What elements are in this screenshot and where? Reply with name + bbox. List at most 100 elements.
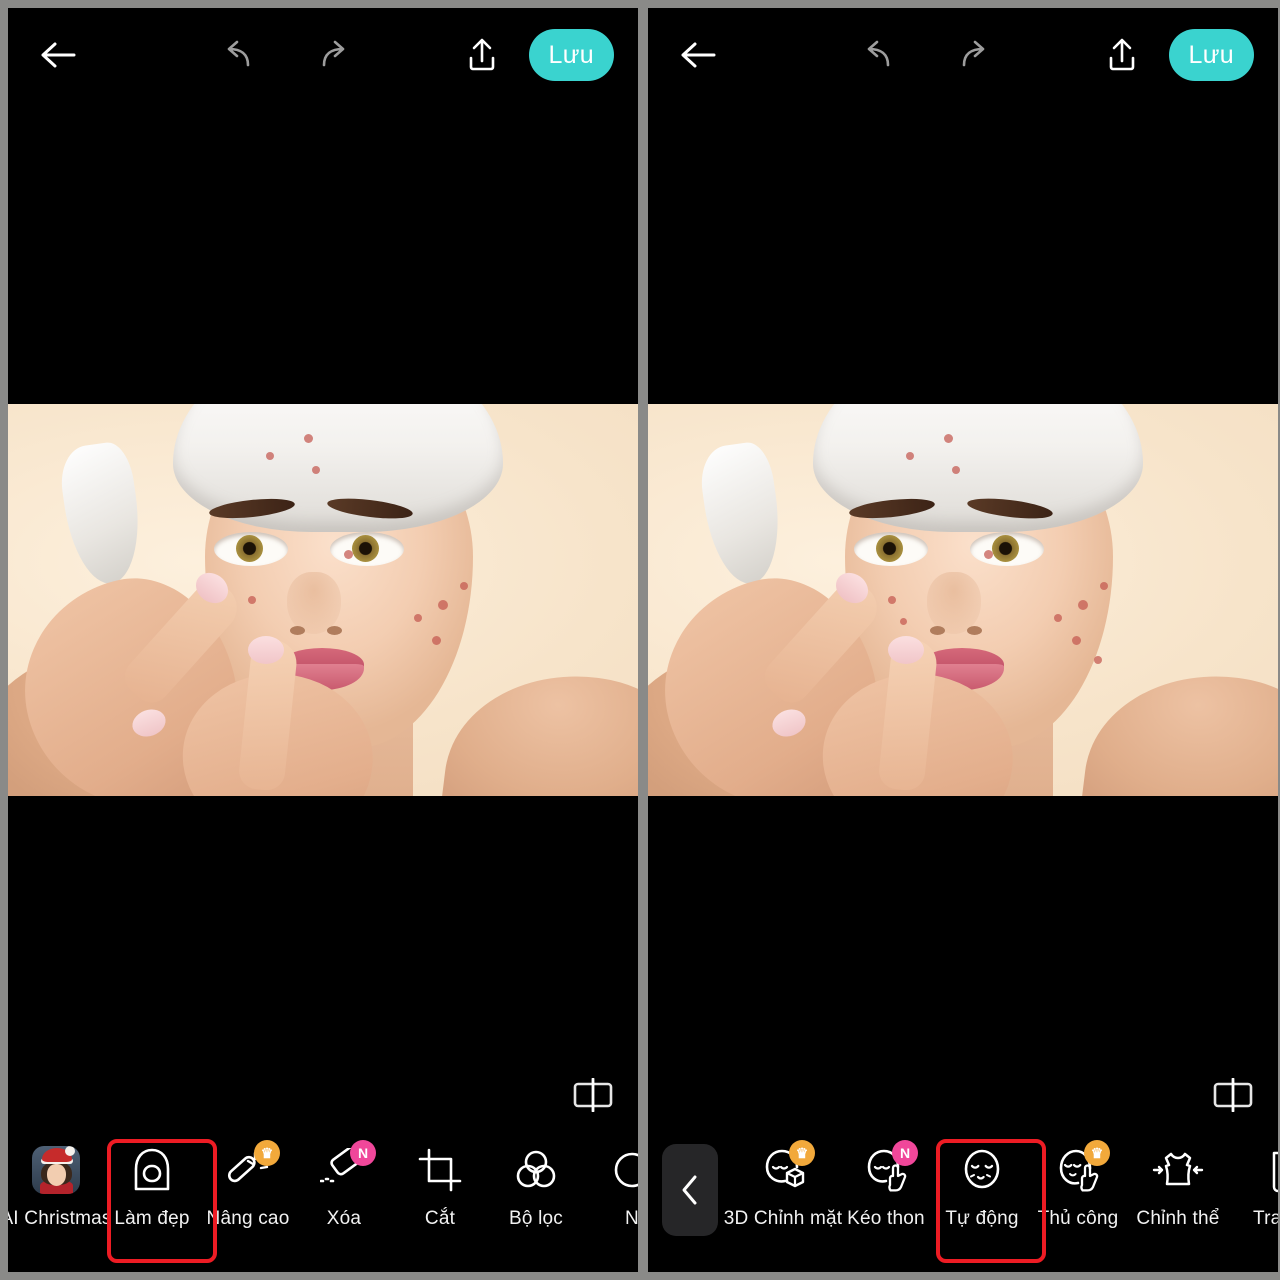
tool-label: Làm đẹp xyxy=(114,1208,190,1229)
photo-iris-left xyxy=(876,535,903,562)
acne-spot xyxy=(1072,636,1081,645)
left-bottom-toolbar[interactable]: AI Christmas Làm đẹp ♛ Nâng cao N Xóa Cắ… xyxy=(8,1130,638,1272)
thumb-face xyxy=(47,1164,66,1186)
screenshot-root: Lưu AI Christmas Làm đẹp ♛ Nâng cao N Xó… xyxy=(0,0,1280,1280)
before-after-compare-icon xyxy=(1213,1077,1253,1113)
new-badge: N xyxy=(350,1140,376,1166)
right-top-bar: Lưu xyxy=(648,8,1278,102)
tool-label: 3D Chỉnh mặt xyxy=(723,1208,843,1229)
acne-spot xyxy=(888,596,896,604)
acne-spot xyxy=(1054,614,1062,622)
tool-filters[interactable]: Bộ lọc xyxy=(488,1130,584,1262)
share-button[interactable] xyxy=(457,30,507,80)
tool-label: Trang xyxy=(1253,1208,1278,1229)
tool-slim[interactable]: N Kéo thon xyxy=(838,1130,934,1262)
photo-nose xyxy=(287,572,341,634)
photo-shoulder-right xyxy=(439,660,638,796)
ai-christmas-thumb-image xyxy=(32,1146,80,1194)
crown-badge: ♛ xyxy=(254,1140,280,1166)
toolbar-back-button[interactable] xyxy=(662,1144,718,1236)
photo-nostril-left xyxy=(290,626,305,635)
tool-label: Cắt xyxy=(424,1208,456,1229)
acne-spot xyxy=(984,550,993,559)
photo-iris-right xyxy=(992,535,1019,562)
acne-spot xyxy=(438,600,448,610)
tool-label: Nâng cao xyxy=(206,1208,290,1229)
tool-body-reshape[interactable]: Chỉnh thể xyxy=(1126,1130,1230,1262)
back-button[interactable] xyxy=(32,29,84,81)
tool-auto[interactable]: Tự động xyxy=(934,1130,1030,1262)
redo-button[interactable] xyxy=(311,30,361,80)
undo-icon xyxy=(867,40,889,67)
crop-glyph xyxy=(418,1148,462,1192)
acne-spot xyxy=(312,466,320,474)
photo-nostril-right xyxy=(967,626,982,635)
tool-partial-next[interactable]: N xyxy=(584,1130,638,1262)
tool-label: Xóa xyxy=(326,1208,362,1229)
chevron-left-icon xyxy=(682,1175,697,1205)
photo-nose xyxy=(927,572,981,634)
tool-erase[interactable]: N Xóa xyxy=(296,1130,392,1262)
filters-glyph xyxy=(516,1150,556,1188)
right-phone-panel: Lưu ♛ 3D Chỉnh mặt N Kéo thon Tự động ♛ … xyxy=(648,8,1278,1272)
undo-button[interactable] xyxy=(211,30,261,80)
right-photo-stage[interactable] xyxy=(648,404,1278,796)
tool-enhance[interactable]: ♛ Nâng cao xyxy=(200,1130,296,1262)
tool-manual[interactable]: ♛ Thủ công xyxy=(1030,1130,1126,1262)
acne-spot xyxy=(460,582,468,590)
makeup-icon xyxy=(1252,1144,1278,1196)
back-arrow-icon xyxy=(681,42,716,68)
tool-crop[interactable]: Cắt xyxy=(392,1130,488,1262)
photo-towel-tail xyxy=(56,439,148,589)
magic-wand-icon: ♛ xyxy=(222,1140,280,1196)
redo-icon xyxy=(322,40,344,67)
crop-icon xyxy=(414,1144,466,1196)
tool-beautify[interactable]: Làm đẹp xyxy=(104,1130,200,1262)
new-badge: N xyxy=(892,1140,918,1166)
crown-badge: ♛ xyxy=(789,1140,815,1166)
acne-spot xyxy=(414,614,422,622)
tool-label: Bộ lọc xyxy=(508,1208,563,1229)
left-photo-stage[interactable] xyxy=(8,404,638,796)
back-button[interactable] xyxy=(672,29,724,81)
photo-nostril-left xyxy=(930,626,945,635)
photo-towel-tail xyxy=(696,439,788,589)
share-button[interactable] xyxy=(1097,30,1147,80)
acne-spot xyxy=(952,466,960,474)
tool-label: Chỉnh thể xyxy=(1136,1208,1220,1229)
tool-label: Kéo thon xyxy=(847,1208,925,1229)
photo-fingernail xyxy=(248,636,284,664)
acne-spot xyxy=(266,452,274,460)
face-reshape-hand-icon: N xyxy=(860,1140,918,1196)
tool-ai-christmas[interactable]: AI Christmas xyxy=(8,1130,111,1262)
body-reshape-glyph xyxy=(1152,1152,1204,1186)
back-arrow-icon xyxy=(41,42,76,68)
share-upload-icon xyxy=(469,38,494,71)
face-manual-hand-icon: ♛ xyxy=(1052,1140,1110,1196)
redo-icon xyxy=(962,40,984,67)
compare-button[interactable] xyxy=(1212,1077,1254,1113)
photo-shoulder-right xyxy=(1079,660,1278,796)
redo-button[interactable] xyxy=(951,30,1001,80)
save-button[interactable]: Lưu xyxy=(528,29,614,81)
acne-spot xyxy=(1100,582,1108,590)
acne-spot xyxy=(1078,600,1088,610)
beautify-face-icon xyxy=(126,1144,178,1196)
acne-spot xyxy=(900,618,907,625)
photo-fingernail xyxy=(888,636,924,664)
photo-nostril-right xyxy=(327,626,342,635)
photo-iris-left xyxy=(236,535,263,562)
save-button-label: Lưu xyxy=(1188,40,1234,69)
tool-3d-face[interactable]: ♛ 3D Chỉnh mặt xyxy=(724,1130,842,1262)
photo-image xyxy=(648,404,1278,796)
face-3d-cube-icon: ♛ xyxy=(757,1140,815,1196)
tool-makeup[interactable]: Trang xyxy=(1230,1130,1278,1262)
right-bottom-toolbar[interactable]: ♛ 3D Chỉnh mặt N Kéo thon Tự động ♛ Thủ … xyxy=(648,1130,1278,1272)
undo-button[interactable] xyxy=(851,30,901,80)
acne-spot xyxy=(248,596,256,604)
body-reshape-icon xyxy=(1152,1144,1204,1196)
undo-icon xyxy=(227,40,249,67)
save-button[interactable]: Lưu xyxy=(1168,29,1254,81)
compare-button[interactable] xyxy=(572,1077,614,1113)
photo-iris-right xyxy=(352,535,379,562)
